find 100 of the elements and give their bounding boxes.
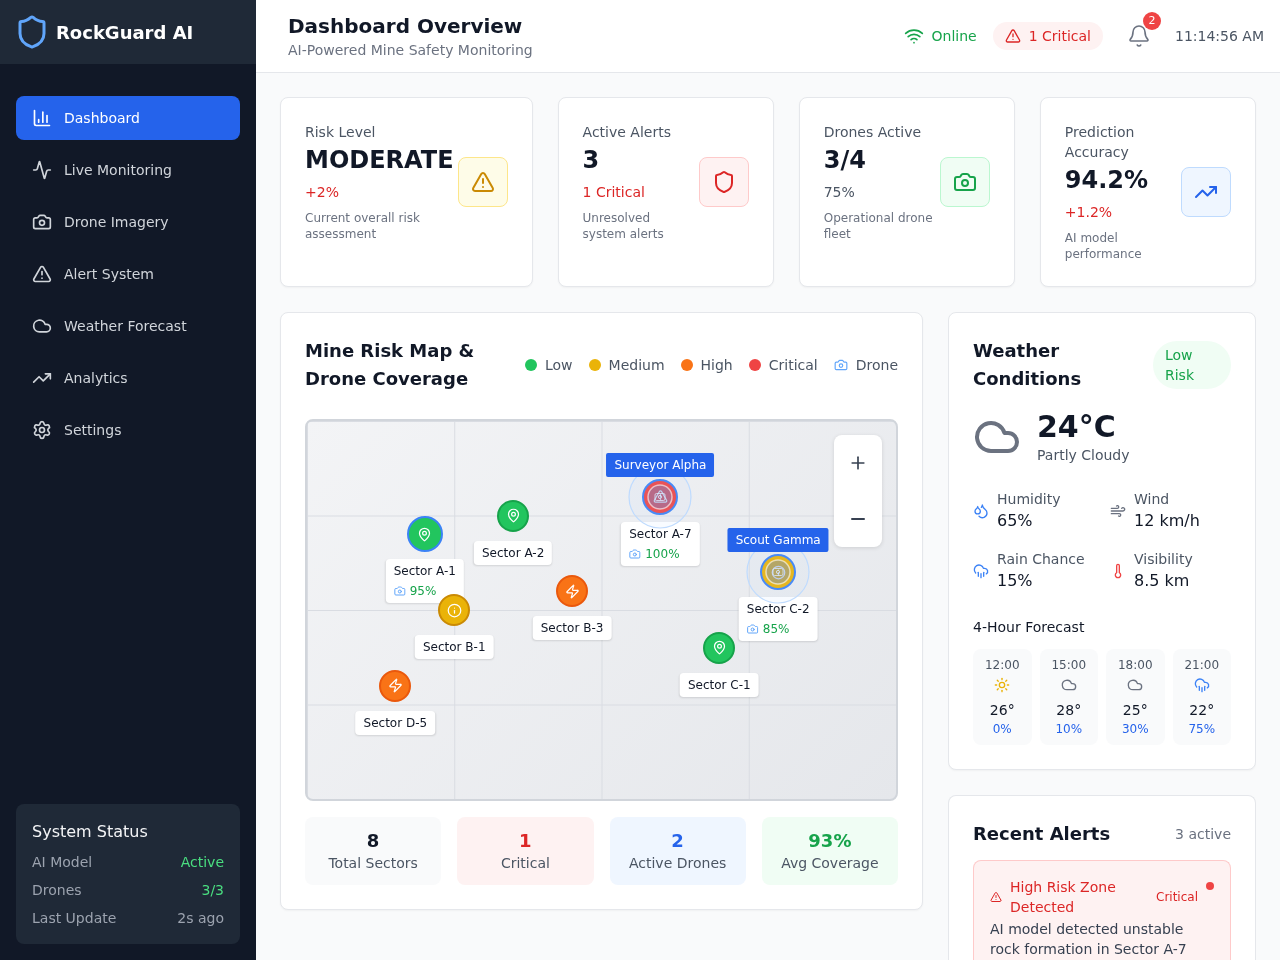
weather-title: Weather Conditions [973, 339, 1083, 391]
nav-item[interactable]: Drone Imagery [16, 200, 240, 244]
risk-badge: Low Risk [1153, 341, 1231, 389]
camera-icon [939, 157, 990, 207]
status-title: System Status [32, 821, 149, 843]
brand-name: RockGuard AI [56, 21, 194, 43]
summary-label: Avg Coverage [780, 854, 880, 873]
pin-marker-icon [703, 631, 736, 664]
alert-description: AI model detected unstable rock formation in Sector A-7 [990, 920, 1188, 959]
nav-item[interactable]: Live Monitoring [16, 148, 240, 192]
forecast-rain: 75% [1188, 721, 1216, 737]
legend-label: Drone [855, 357, 898, 373]
alerts-title: Recent Alerts [973, 822, 1111, 846]
alerts-count: 3 active [1175, 826, 1231, 842]
forecast-time: 21:00 [1184, 657, 1220, 673]
forecast-temp: 25° [1122, 701, 1148, 720]
pulse-icon [32, 160, 52, 180]
drone-label: Scout Gamma [727, 528, 829, 553]
nav-item[interactable]: Analytics [16, 356, 240, 400]
forecast-time: 15:00 [1051, 657, 1087, 673]
legend-label: Low [545, 357, 573, 373]
sector-name: Sector D-5 [363, 714, 428, 731]
stat-change: 1 Critical [582, 183, 646, 202]
status-label: Last Update [32, 909, 117, 928]
metric-label: Humidity [997, 490, 1061, 509]
forecast-time: 18:00 [1117, 657, 1153, 673]
camera-icon [32, 212, 52, 232]
metric-value: 65% [997, 510, 1034, 532]
clock-time: 11:14:56 AM [1175, 28, 1264, 44]
warning-marker-icon [642, 478, 679, 515]
status-label: Drones [32, 881, 82, 900]
stat-change: +1.2% [1064, 203, 1114, 222]
info-marker-icon [760, 554, 797, 591]
nav-item[interactable]: Settings [16, 408, 240, 452]
metric-label: Wind [1134, 490, 1171, 509]
cloud-icon [1127, 677, 1144, 693]
wifi-icon [903, 26, 924, 46]
stat-label: Drones Active [823, 123, 923, 142]
weather-condition: Partly Cloudy [1037, 446, 1130, 465]
warning-icon [32, 264, 52, 284]
stat-change: 75% [823, 183, 856, 202]
alert-severity: Critical [1156, 890, 1198, 904]
forecast-temp: 22° [1189, 701, 1215, 720]
camera-icon [833, 358, 848, 372]
nav-item[interactable]: Weather Forecast [16, 304, 240, 348]
status-value: Active [180, 853, 224, 872]
warning-icon [1004, 28, 1021, 44]
camera-icon [629, 547, 642, 560]
metric-value: 12 km/h [1134, 510, 1200, 532]
stat-label: Risk Level [305, 123, 377, 142]
sector-name: Sector B-1 [422, 639, 486, 655]
metric-value: 8.5 km [1134, 570, 1191, 592]
pin-marker-icon [406, 516, 443, 553]
notification-count: 2 [1143, 12, 1161, 30]
sector-name: Sector A-7 [629, 525, 692, 542]
summary-label: Critical [499, 854, 551, 873]
stat-description: AI model performance [1064, 230, 1143, 262]
camera-icon [746, 623, 759, 636]
lightning-marker-icon [379, 669, 412, 702]
stat-description: Current overall risk assessment [305, 210, 421, 242]
metric-value: 15% [997, 570, 1034, 592]
pin-marker-icon [497, 499, 530, 532]
trend-up-icon [1181, 167, 1231, 217]
bar-chart-icon [32, 108, 52, 128]
nav-item[interactable]: Alert System [16, 252, 240, 296]
cloud-icon [1060, 677, 1077, 693]
stat-value: 94.2% [1064, 165, 1150, 196]
summary-label: Active Drones [627, 854, 728, 873]
cloud-icon [32, 316, 52, 336]
warning-icon [457, 157, 508, 207]
camera-icon [393, 585, 406, 598]
coverage-value: 100% [645, 545, 680, 562]
summary-value: 2 [670, 829, 685, 853]
drone-label: Surveyor Alpha [606, 452, 715, 477]
sector-name: Sector C-2 [746, 601, 810, 618]
alert-item[interactable]: High Risk Zone Detected Critical AI model detected unstable rock formation in Sector A-7 [973, 860, 1231, 960]
summary-value: 1 [518, 829, 533, 853]
forecast-rain: 10% [1055, 721, 1083, 737]
metric-label: Visibility [1134, 550, 1193, 569]
metric-label: Rain Chance [997, 550, 1085, 569]
wind-icon [1110, 503, 1126, 519]
stat-value: 3/4 [823, 145, 867, 176]
status-label: AI Model [32, 853, 93, 872]
stat-value: 3 [582, 145, 601, 176]
lightning-marker-icon [556, 575, 589, 608]
forecast-rain: 30% [1121, 721, 1149, 737]
stat-label: Prediction Accuracy [1064, 123, 1136, 162]
nav-item[interactable]: Dashboard [16, 96, 240, 140]
gear-icon [32, 420, 52, 440]
droplets-icon [973, 503, 989, 519]
sector-name: Sector B-3 [540, 620, 604, 637]
sector-name: Sector A-2 [482, 544, 545, 561]
map-title: Mine Risk Map & Drone Coverage [305, 339, 476, 391]
forecast-rain: 0% [992, 721, 1012, 737]
forecast-temp: 26° [989, 701, 1015, 720]
status-value: 2s ago [177, 909, 224, 928]
stat-description: Unresolved system alerts [582, 210, 665, 242]
sun-icon [994, 677, 1011, 693]
coverage-value: 85% [762, 621, 790, 638]
critical-count: 1 Critical [1028, 27, 1091, 46]
